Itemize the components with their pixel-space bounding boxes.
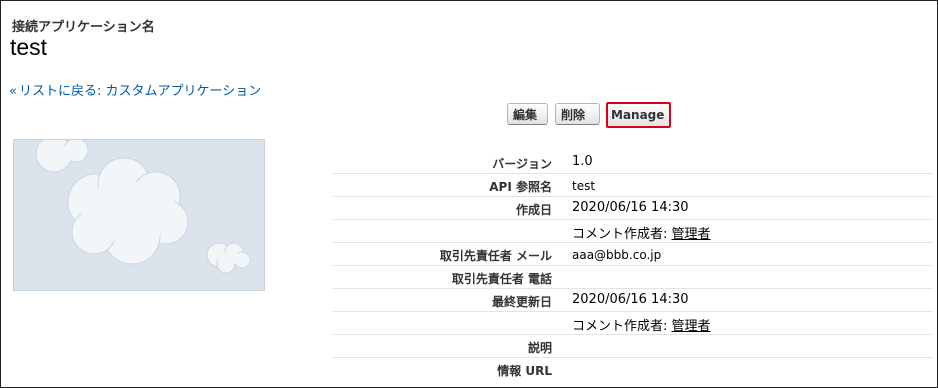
modified-by-user-link[interactable]: 管理者: [672, 319, 711, 334]
button-bar: 編集 削除 Manage: [1, 102, 937, 133]
detail-row-created: 作成日 2020/06/16 14:30: [333, 197, 933, 220]
page-title: test: [10, 34, 48, 60]
detail-row-modified: 最終更新日 2020/06/16 14:30: [333, 289, 933, 312]
detail-list: バージョン 1.0 API 参照名 test 作成日 2020/06/16 14…: [333, 151, 933, 380]
detail-row-contact-email: 取引先責任者 メール aaa@bbb.co.jp: [333, 243, 933, 266]
app-logo-image: [13, 139, 265, 291]
back-link-label: リストに戻る: カスタムアプリケーション: [18, 84, 262, 99]
cloud-placeholder-image: [35, 140, 251, 274]
modified-label: 最終更新日: [491, 295, 552, 309]
detail-row-info-url: 情報 URL: [333, 358, 933, 380]
section-label: 接続アプリケーション名: [12, 20, 155, 35]
manage-button[interactable]: Manage: [606, 102, 671, 128]
created-by-prefix: コメント作成者:: [572, 227, 672, 242]
contact-phone-label: 取引先責任者 電話: [451, 272, 552, 286]
version-value: 1.0: [572, 154, 593, 169]
info-url-label: 情報 URL: [497, 364, 552, 378]
api-name-value: test: [572, 179, 596, 193]
modified-by-prefix: コメント作成者:: [572, 319, 672, 334]
contact-email-value: aaa@bbb.co.jp: [572, 248, 662, 262]
detail-row-modified-by: コメント作成者: 管理者: [333, 312, 933, 335]
double-chevron-left-icon: «: [9, 84, 17, 99]
modified-value: 2020/06/16 14:30: [572, 292, 689, 307]
detail-row-description: 説明: [333, 335, 933, 358]
created-by-user-link[interactable]: 管理者: [672, 227, 711, 242]
detail-row-api-name: API 参照名 test: [333, 174, 933, 197]
created-by: コメント作成者: 管理者: [572, 223, 711, 242]
version-label: バージョン: [492, 157, 552, 171]
delete-button[interactable]: 削除: [555, 103, 600, 125]
back-to-list-link[interactable]: «リストに戻る: カスタムアプリケーション: [9, 80, 261, 99]
detail-row-version: バージョン 1.0: [333, 151, 933, 174]
edit-button[interactable]: 編集: [507, 103, 548, 125]
created-label: 作成日: [515, 203, 552, 217]
page-frame: 接続アプリケーション名 test «リストに戻る: カスタムアプリケーション 編…: [0, 0, 938, 388]
modified-by: コメント作成者: 管理者: [572, 315, 711, 334]
detail-row-created-by: コメント作成者: 管理者: [333, 220, 933, 243]
detail-row-contact-phone: 取引先責任者 電話: [333, 266, 933, 289]
description-label: 説明: [527, 341, 552, 355]
api-name-label: API 参照名: [489, 180, 552, 194]
contact-email-label: 取引先責任者 メール: [439, 249, 552, 263]
created-value: 2020/06/16 14:30: [572, 200, 689, 215]
